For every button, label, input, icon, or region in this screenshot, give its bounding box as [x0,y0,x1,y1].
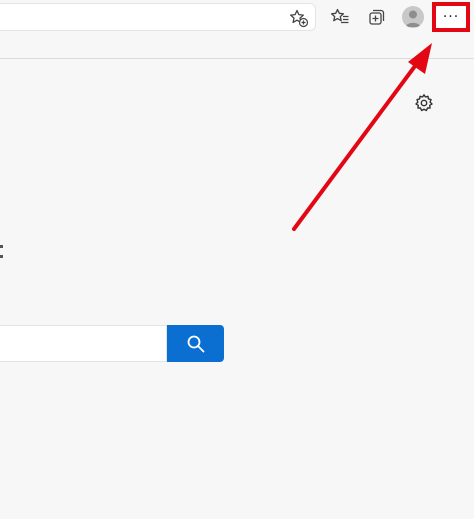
partial-logo-fragment [0,245,3,258]
annotation-arrow [292,43,432,231]
more-options-icon: ··· [442,9,460,25]
more-options-button[interactable]: ··· [432,2,470,32]
browser-toolbar: ··· [0,0,474,34]
person-icon [405,10,421,27]
profile-avatar[interactable] [402,6,424,28]
collections-icon[interactable] [366,7,386,27]
address-bar[interactable] [0,3,316,31]
arrow-shaft [292,60,420,231]
settings-gear-icon[interactable] [414,93,434,113]
search-input[interactable] [0,325,167,362]
toolbar-divider [0,58,474,59]
search-icon [187,335,204,352]
favorites-icon[interactable] [330,7,350,27]
search-button[interactable] [167,325,224,362]
add-favorite-icon[interactable] [289,8,309,28]
